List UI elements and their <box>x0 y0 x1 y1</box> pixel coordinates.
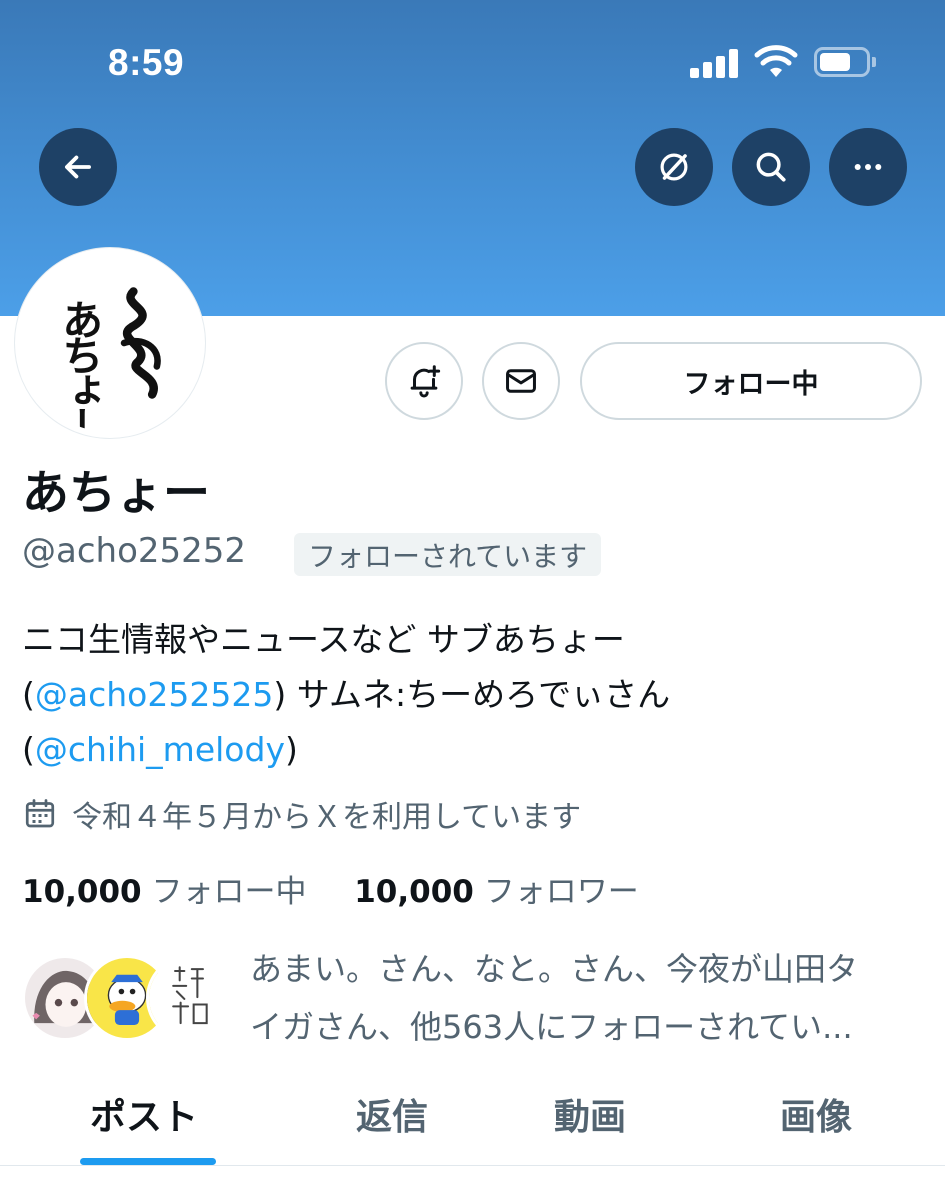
back-button[interactable] <box>39 128 117 206</box>
follower-avatar <box>146 955 232 1041</box>
known-followers-line: あまい。さん、なと。さん、今夜が山田タ <box>250 950 859 988</box>
user-handle: @acho25252 <box>22 531 247 571</box>
follow-stats: 10,000 フォロー中 10,000 フォロワー <box>22 866 639 911</box>
joined-text: 令和４年５月からＸを利用しています <box>72 800 582 835</box>
bio-line: (@chihi_melody) <box>22 722 922 777</box>
follows-you-badge: フォローされています <box>294 533 602 576</box>
grok-button[interactable] <box>635 128 713 206</box>
profile-tabs: ポスト 返信 動画 画像 <box>0 1060 945 1166</box>
tab-videos[interactable]: 動画 <box>554 1088 626 1140</box>
known-followers-line: イガさん、他563人にフォローされてい... <box>250 1008 853 1046</box>
followers-count: 10,000 <box>354 874 474 910</box>
bio-paren: ( <box>22 730 35 769</box>
profile-bio: ニコ生情報やニュースなど サブあちょー (@acho252525) サムネ:ちー… <box>22 612 922 777</box>
tab-images[interactable]: 画像 <box>780 1088 852 1140</box>
following-button[interactable]: フォロー中 <box>580 342 922 420</box>
active-tab-indicator <box>80 1158 216 1165</box>
notification-bell-button[interactable] <box>385 342 463 420</box>
bio-mention-link[interactable]: @acho252525 <box>35 675 273 714</box>
search-icon <box>756 152 786 182</box>
more-icon <box>854 163 882 171</box>
known-followers-avatars[interactable] <box>22 955 232 1041</box>
profile-avatar[interactable]: あちょー <box>15 248 205 438</box>
known-followers-text[interactable]: あまい。さん、なと。さん、今夜が山田タ イガさん、他563人にフォローされてい.… <box>250 940 910 1056</box>
tab-replies[interactable]: 返信 <box>356 1088 428 1140</box>
followers-link[interactable]: 10,000 フォロワー <box>354 874 639 910</box>
tab-posts[interactable]: ポスト <box>90 1088 198 1140</box>
envelope-icon <box>506 369 536 393</box>
following-label: フォロー中 <box>151 874 307 910</box>
grok-icon <box>660 153 688 181</box>
joined-date: 令和４年５月からＸを利用しています <box>22 792 581 836</box>
display-name: あちょー <box>22 466 210 521</box>
bell-plus-icon <box>410 365 441 398</box>
arrow-left-icon <box>65 155 91 179</box>
status-time: 8:59 <box>108 42 185 83</box>
calendar-icon <box>25 799 55 828</box>
following-link[interactable]: 10,000 フォロー中 <box>22 874 307 910</box>
bio-line: ニコ生情報やニュースなど サブあちょー <box>22 620 625 659</box>
bio-paren: ) <box>284 730 298 769</box>
avatar-calligraphy: あちょー <box>55 299 104 432</box>
bio-paren: ( <box>22 675 35 714</box>
search-button[interactable] <box>732 128 810 206</box>
cellular-signal-icon <box>690 48 740 78</box>
following-count: 10,000 <box>22 874 142 910</box>
bio-text: ) サムネ:ちーめろでぃさん <box>273 675 671 714</box>
followers-label: フォロワー <box>483 874 639 910</box>
wifi-icon <box>754 44 798 80</box>
message-button[interactable] <box>482 342 560 420</box>
battery-icon <box>814 47 876 77</box>
bio-line: (@acho252525) サムネ:ちーめろでぃさん <box>22 667 922 722</box>
bio-mention-link[interactable]: @chihi_melody <box>35 730 285 769</box>
more-button[interactable] <box>829 128 907 206</box>
